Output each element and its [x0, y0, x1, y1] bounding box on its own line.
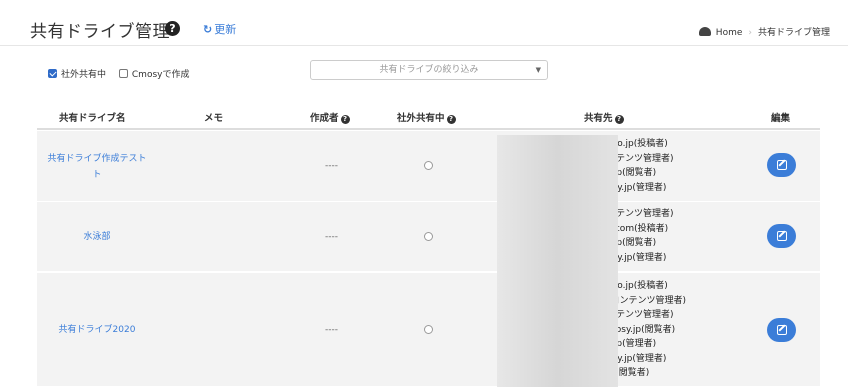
creator-value: ----	[325, 161, 338, 171]
page-header: 共有ドライブ管理 ? ↻ 更新 Home › 共有ドライブ管理	[0, 0, 848, 46]
drive-name-link[interactable]: 水泳部	[37, 229, 157, 245]
drive-name-link[interactable]: 共有ドライブ2020	[37, 322, 157, 338]
external-share-checkbox[interactable]	[48, 69, 57, 78]
breadcrumb-separator: ›	[748, 28, 752, 38]
table-row: 共有ドライブ2020 ---- i.co.jp(投稿者) (コンテンツ管理者) ンテ…	[37, 273, 820, 387]
external-share-filter[interactable]: 社外共有中	[48, 67, 106, 80]
edit-button[interactable]	[767, 224, 796, 248]
col-external: 社外共有中?	[397, 110, 456, 124]
col-shares: 共有先?	[584, 110, 624, 124]
cmosy-label: Cmosyで作成	[131, 70, 190, 80]
home-icon	[698, 27, 711, 36]
external-share-label: 社外共有中	[61, 70, 107, 80]
refresh-label: 更新	[214, 23, 237, 36]
drive-filter-select[interactable]: 共有ドライブの絞り込み ▼	[310, 60, 548, 80]
filter-bar: 社外共有中 Cmosyで作成	[48, 67, 199, 81]
refresh-icon: ↻	[203, 23, 213, 36]
external-share-radio	[424, 232, 433, 241]
page-title: 共有ドライブ管理	[30, 22, 170, 42]
edit-button[interactable]	[767, 153, 796, 177]
refresh-button[interactable]: ↻ 更新	[203, 21, 236, 37]
table-row: 水泳部 ---- ンテンツ管理者) il.com(投稿者) y.jp(閲覧者) osy…	[37, 202, 820, 272]
creator-value: ----	[325, 325, 338, 335]
drive-name-link[interactable]: 共有ドライブ作成テストト	[37, 151, 157, 183]
external-share-radio	[424, 161, 433, 170]
caret-down-icon: ▼	[535, 66, 541, 74]
breadcrumb: Home › 共有ドライブ管理	[698, 25, 830, 38]
breadcrumb-current: 共有ドライブ管理	[757, 28, 830, 38]
cmosy-filter[interactable]: Cmosyで作成	[118, 67, 190, 80]
help-icon[interactable]: ?	[446, 115, 456, 124]
table-row: 共有ドライブ作成テストト ---- i.co.jp(投稿者) ンテンツ管理者) y.…	[37, 131, 820, 202]
help-icon[interactable]: ?	[614, 115, 624, 124]
col-name: 共有ドライブ名	[59, 113, 126, 124]
col-edit: 編集	[771, 113, 791, 124]
external-share-radio	[424, 325, 433, 334]
edit-button[interactable]	[767, 318, 796, 342]
help-icon[interactable]: ?	[340, 115, 350, 124]
col-creator: 作成者?	[310, 110, 350, 124]
col-memo: メモ	[204, 113, 224, 124]
creator-value: ----	[325, 232, 338, 242]
redacted-area	[497, 135, 618, 387]
drive-filter-placeholder: 共有ドライブの絞り込み	[379, 65, 479, 75]
cmosy-checkbox[interactable]	[118, 69, 128, 78]
table-header: 共有ドライブ名 メモ 作成者? 社外共有中? 共有先? 編集	[37, 100, 820, 130]
breadcrumb-home[interactable]: Home	[716, 28, 743, 38]
help-icon[interactable]: ?	[165, 21, 180, 36]
share-list: i.co.jp(投稿者) (コンテンツ管理者) ンテンツ管理者) mosy.jp(閲覧…	[607, 281, 687, 378]
